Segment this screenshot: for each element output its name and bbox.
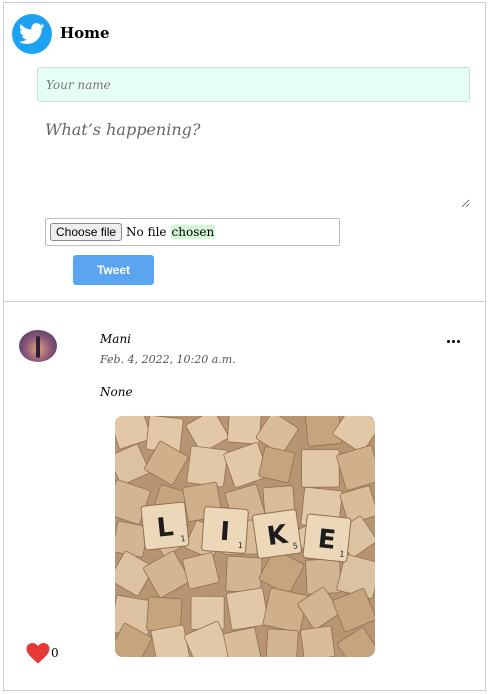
file-input[interactable]: Choose file No file chosen (45, 218, 340, 246)
background-tile (186, 445, 229, 488)
letter-tile-letter: L (155, 512, 175, 544)
letter-tile-score: 1 (180, 534, 186, 543)
letter-tile-score: 1 (238, 541, 244, 550)
background-tile (258, 446, 296, 484)
post-author[interactable]: Mani (100, 332, 131, 346)
divider (3, 301, 486, 302)
background-tile (225, 587, 269, 631)
letter-tile-letter: E (316, 524, 337, 556)
letter-tile-score: 1 (339, 549, 345, 558)
letter-tile: E1 (302, 513, 352, 563)
like-button[interactable] (26, 642, 50, 664)
bottom-divider (3, 690, 486, 691)
background-tile (182, 552, 220, 590)
page-title: Home (60, 24, 110, 42)
avatar[interactable] (19, 330, 57, 362)
background-tile (150, 624, 190, 657)
letter-tile: L1 (140, 501, 190, 551)
name-input[interactable] (37, 67, 470, 102)
background-tile (265, 628, 299, 657)
background-tile (226, 416, 262, 445)
file-status-text: No file (126, 225, 167, 239)
post-body: None (100, 385, 133, 399)
file-status-highlight: chosen (170, 225, 216, 239)
post-timestamp: Feb. 4, 2022, 10:20 a.m. (100, 353, 236, 366)
avatar-tree-silhouette (36, 336, 40, 358)
heart-icon (26, 643, 50, 664)
background-tile (301, 449, 340, 488)
choose-file-button[interactable]: Choose file (50, 223, 123, 241)
tweet-button[interactable]: Tweet (73, 255, 154, 285)
background-tile (300, 625, 336, 657)
letter-tile: K5 (252, 509, 302, 559)
twitter-bird-icon (19, 23, 45, 44)
twitter-logo-icon[interactable] (12, 14, 52, 54)
tweet-textarea[interactable] (37, 112, 470, 208)
like-count: 0 (51, 646, 59, 660)
scrabble-tiles-image: L1I1K5E1 (115, 416, 375, 657)
post-image[interactable]: L1I1K5E1 (115, 416, 375, 657)
more-horizontal-icon (446, 328, 461, 347)
letter-tile: I1 (201, 506, 249, 554)
more-options-button[interactable] (441, 328, 465, 346)
background-tile (225, 555, 263, 593)
